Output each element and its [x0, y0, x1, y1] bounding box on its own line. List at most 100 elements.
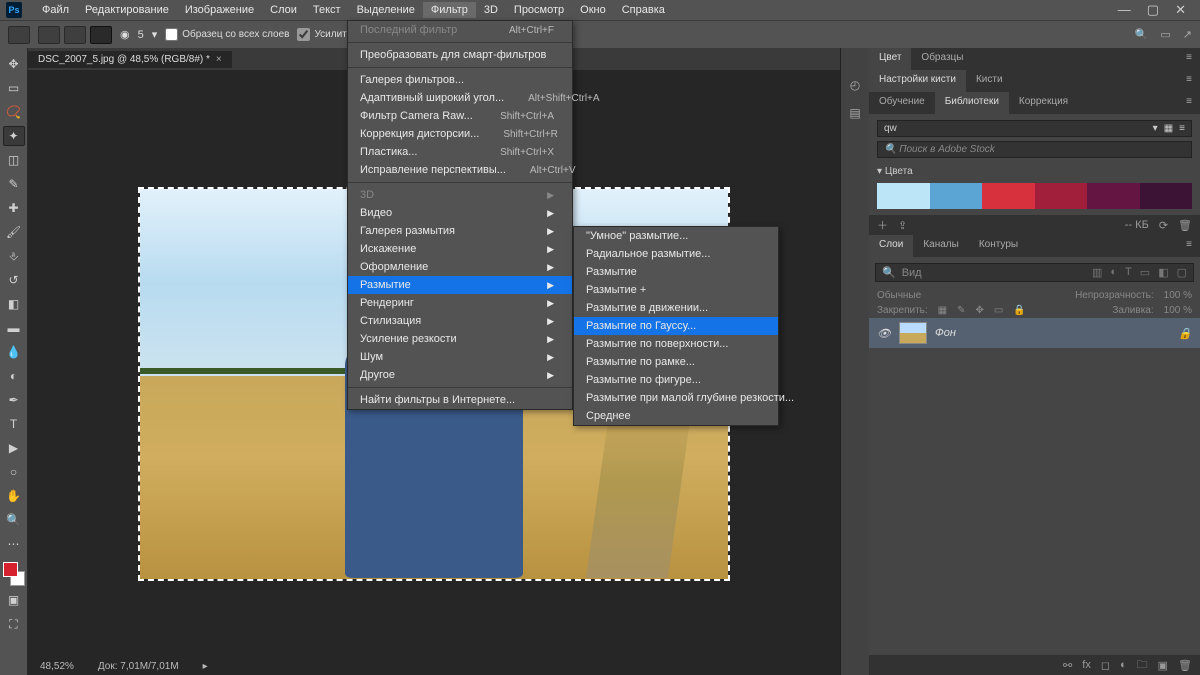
- delete-layer-icon[interactable]: 🗑: [1178, 659, 1192, 672]
- filter-type-icon[interactable]: T: [1125, 266, 1132, 279]
- brush-dropdown-icon[interactable]: ▾: [152, 28, 158, 41]
- screen-mode-tool[interactable]: ⛶: [3, 614, 25, 634]
- filter-adjust-icon[interactable]: ◐: [1110, 266, 1117, 279]
- menu-справка[interactable]: Справка: [614, 2, 673, 18]
- menu-item[interactable]: Размытие в движении...: [574, 299, 778, 317]
- tab-контуры[interactable]: Контуры: [969, 235, 1028, 257]
- lock-all-icon[interactable]: 🔒: [1013, 305, 1025, 316]
- link-layers-icon[interactable]: ⚯: [1063, 659, 1072, 672]
- share-icon[interactable]: ↗: [1183, 28, 1192, 41]
- history-icon[interactable]: ◴: [850, 78, 860, 92]
- hand-tool[interactable]: ✋: [3, 486, 25, 506]
- new-layer-icon[interactable]: ▣: [1158, 659, 1168, 672]
- subtract-selection-button[interactable]: [90, 26, 112, 44]
- library-select[interactable]: qw ▾ ▦ ≡: [877, 120, 1192, 137]
- menu-item[interactable]: Размытие +: [574, 281, 778, 299]
- menu-item[interactable]: Оформление▶: [348, 258, 572, 276]
- library-swatch[interactable]: [1035, 183, 1088, 209]
- library-swatch[interactable]: [1140, 183, 1193, 209]
- menu-3d[interactable]: 3D: [476, 2, 506, 18]
- eraser-tool[interactable]: ◧: [3, 294, 25, 314]
- tab-кисти[interactable]: Кисти: [966, 70, 1013, 92]
- close-icon[interactable]: ✕: [1175, 2, 1186, 18]
- new-selection-button[interactable]: [38, 26, 60, 44]
- menu-item[interactable]: Шум▶: [348, 348, 572, 366]
- foreground-color[interactable]: [3, 562, 18, 577]
- trash-icon[interactable]: 🗑: [1178, 219, 1192, 232]
- menu-item[interactable]: Адаптивный широкий угол...Alt+Shift+Ctrl…: [348, 89, 572, 107]
- menu-item[interactable]: Размытие по Гауссу...: [574, 317, 778, 335]
- menu-item[interactable]: Коррекция дисторсии...Shift+Ctrl+R: [348, 125, 572, 143]
- tab-библиотеки[interactable]: Библиотеки: [935, 92, 1009, 114]
- lock-artboard-icon[interactable]: ▭: [994, 305, 1003, 316]
- adjustment-layer-icon[interactable]: ◐: [1120, 659, 1127, 671]
- minimize-icon[interactable]: —: [1118, 2, 1131, 18]
- edit-toolbar[interactable]: ⋯: [3, 534, 25, 554]
- dodge-tool[interactable]: ◐: [3, 366, 25, 386]
- tab-цвет[interactable]: Цвет: [869, 48, 911, 70]
- lock-paint-icon[interactable]: ✎: [957, 305, 965, 316]
- layer-name[interactable]: Фон: [935, 327, 956, 339]
- tab-коррекция[interactable]: Коррекция: [1009, 92, 1078, 114]
- menu-фильтр[interactable]: Фильтр: [423, 2, 476, 18]
- filter-smart-icon[interactable]: ◧: [1158, 266, 1168, 279]
- panel-menu-icon[interactable]: ≡: [1178, 70, 1200, 92]
- panel-menu-icon[interactable]: ≡: [1178, 235, 1200, 257]
- workspace-icon[interactable]: ▭: [1160, 28, 1170, 41]
- zoom-tool[interactable]: 🔍: [3, 510, 25, 530]
- menu-редактирование[interactable]: Редактирование: [77, 2, 177, 18]
- tab-каналы[interactable]: Каналы: [913, 235, 969, 257]
- menu-item[interactable]: Галерея размытия▶: [348, 222, 572, 240]
- menu-item[interactable]: Размытие▶: [348, 276, 572, 294]
- close-tab-icon[interactable]: ×: [216, 54, 222, 65]
- type-tool[interactable]: T: [3, 414, 25, 434]
- healing-tool[interactable]: ✚: [3, 198, 25, 218]
- filter-pixel-icon[interactable]: ▥: [1092, 266, 1102, 279]
- eyedropper-tool[interactable]: ✎: [3, 174, 25, 194]
- grid-view-icon[interactable]: ▦: [1164, 123, 1173, 134]
- add-selection-button[interactable]: [64, 26, 86, 44]
- library-section-header[interactable]: ▾ Цвета: [877, 166, 1192, 177]
- search-icon[interactable]: 🔍: [1135, 28, 1149, 41]
- menu-item[interactable]: Размытие при малой глубине резкости...: [574, 389, 778, 407]
- menu-файл[interactable]: Файл: [34, 2, 77, 18]
- panel-menu-icon[interactable]: ≡: [1178, 92, 1200, 114]
- move-tool[interactable]: ✥: [3, 54, 25, 74]
- menu-item[interactable]: Размытие: [574, 263, 778, 281]
- color-swatches[interactable]: [3, 562, 25, 586]
- document-tab[interactable]: DSC_2007_5.jpg @ 48,5% (RGB/8#) * ×: [28, 51, 232, 68]
- blend-mode-select[interactable]: Обычные: [877, 290, 921, 301]
- menu-item[interactable]: Фильтр Camera Raw...Shift+Ctrl+A: [348, 107, 572, 125]
- group-layers-icon[interactable]: 🗀: [1137, 656, 1148, 675]
- maximize-icon[interactable]: ▢: [1147, 2, 1159, 18]
- menu-item[interactable]: Галерея фильтров...: [348, 71, 572, 89]
- blur-tool[interactable]: 💧: [3, 342, 25, 362]
- library-swatch[interactable]: [1087, 183, 1140, 209]
- sync-icon[interactable]: ⟳: [1159, 219, 1168, 232]
- list-view-icon[interactable]: ≡: [1179, 123, 1185, 134]
- lock-position-icon[interactable]: ✥: [976, 305, 984, 316]
- status-arrow-icon[interactable]: ▸: [203, 661, 208, 672]
- sample-all-checkbox[interactable]: Образец со всех слоев: [165, 28, 289, 41]
- menu-item[interactable]: Найти фильтры в Интернете...: [348, 391, 572, 409]
- upload-icon[interactable]: ⇪: [898, 219, 907, 232]
- add-content-icon[interactable]: ＋: [877, 217, 888, 233]
- menu-текст[interactable]: Текст: [305, 2, 349, 18]
- fill-value[interactable]: 100 %: [1164, 305, 1192, 316]
- shape-tool[interactable]: ○: [3, 462, 25, 482]
- lasso-tool[interactable]: 📿: [3, 102, 25, 122]
- tab-обучение[interactable]: Обучение: [869, 92, 935, 114]
- marquee-tool[interactable]: ▭: [3, 78, 25, 98]
- menu-item[interactable]: Радиальное размытие...: [574, 245, 778, 263]
- menu-item[interactable]: Стилизация▶: [348, 312, 572, 330]
- layer-fx-icon[interactable]: fx: [1082, 659, 1091, 671]
- pen-tool[interactable]: ✒: [3, 390, 25, 410]
- menu-окно[interactable]: Окно: [572, 2, 614, 18]
- quick-select-tool[interactable]: ✦: [3, 126, 25, 146]
- gradient-tool[interactable]: ▬: [3, 318, 25, 338]
- brush-tool[interactable]: 🖌: [3, 222, 25, 242]
- crop-tool[interactable]: ◫: [3, 150, 25, 170]
- tab-настройки кисти[interactable]: Настройки кисти: [869, 70, 966, 92]
- library-search[interactable]: 🔍 Поиск в Adobe Stock: [877, 141, 1192, 158]
- panel-menu-icon[interactable]: ≡: [1178, 48, 1200, 70]
